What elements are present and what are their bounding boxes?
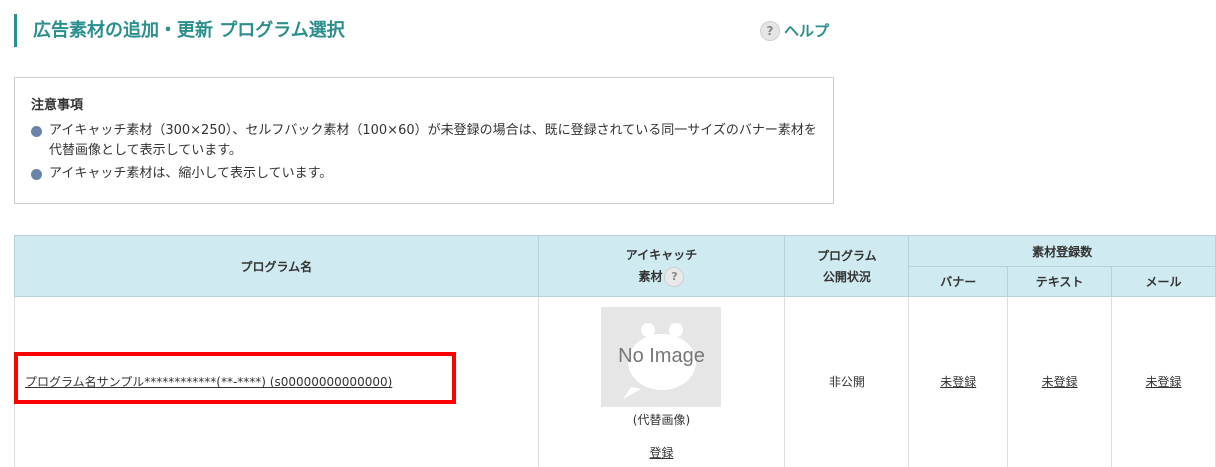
- header-status-line2: 公開状況: [822, 270, 871, 284]
- no-image-placeholder: No Image: [601, 307, 722, 407]
- header-status: プログラム 公開状況: [784, 235, 910, 297]
- question-icon: ?: [760, 20, 780, 41]
- table-row: プログラム名サンプル************(**-****) (s000000…: [14, 296, 1216, 467]
- header-banner: バナー: [908, 266, 1009, 297]
- program-table: プログラム名 アイキャッチ 素材? プログラム 公開状況 素材登録数 バナー テ…: [14, 235, 1216, 467]
- banner-cell: 未登録: [908, 296, 1009, 467]
- no-image-text: No Image: [618, 345, 705, 367]
- header-eyecatch-line2: 素材: [638, 269, 663, 283]
- question-icon[interactable]: ?: [664, 266, 685, 287]
- header-material-count: 素材登録数: [908, 235, 1216, 267]
- notice-list: アイキャッチ素材（300×250）、セルフバック素材（100×60）が未登録の場…: [31, 121, 817, 184]
- header-mail: メール: [1111, 266, 1216, 297]
- header-status-line1: プログラム: [817, 249, 877, 263]
- image-caption: (代替画像): [632, 413, 691, 427]
- banner-register-link[interactable]: 未登録: [940, 375, 976, 389]
- header-text: テキスト: [1007, 266, 1113, 297]
- header-eyecatch: アイキャッチ 素材?: [537, 235, 786, 297]
- help-label: ヘルプ: [784, 22, 830, 40]
- text-cell: 未登録: [1007, 296, 1113, 467]
- eyecatch-cell: No Image (代替画像) 登録: [537, 296, 786, 467]
- page-title: 広告素材の追加・更新 プログラム選択: [14, 14, 345, 47]
- mail-cell: 未登録: [1111, 296, 1216, 467]
- bullet-icon: [31, 169, 42, 180]
- header-program-name: プログラム名: [14, 235, 539, 297]
- notice-item: アイキャッチ素材（300×250）、セルフバック素材（100×60）が未登録の場…: [31, 121, 817, 161]
- program-name-link[interactable]: プログラム名サンプル************(**-****) (s000000…: [25, 375, 392, 389]
- notice-item-text: アイキャッチ素材（300×250）、セルフバック素材（100×60）が未登録の場…: [49, 123, 817, 158]
- notice-item-text: アイキャッチ素材は、縮小して表示しています。: [49, 166, 333, 181]
- bullet-icon: [31, 126, 42, 137]
- help-link[interactable]: ? ヘルプ: [760, 20, 829, 41]
- program-name-cell: プログラム名サンプル************(**-****) (s000000…: [14, 296, 539, 467]
- mail-register-link[interactable]: 未登録: [1146, 375, 1182, 389]
- register-link[interactable]: 登録: [649, 446, 673, 460]
- status-cell: 非公開: [784, 296, 910, 467]
- notice-heading: 注意事項: [31, 98, 84, 113]
- text-register-link[interactable]: 未登録: [1042, 375, 1078, 389]
- header-eyecatch-line1: アイキャッチ: [625, 247, 698, 262]
- notice-item: アイキャッチ素材は、縮小して表示しています。: [31, 164, 817, 184]
- notice-box: 注意事項 アイキャッチ素材（300×250）、セルフバック素材（100×60）が…: [14, 77, 834, 204]
